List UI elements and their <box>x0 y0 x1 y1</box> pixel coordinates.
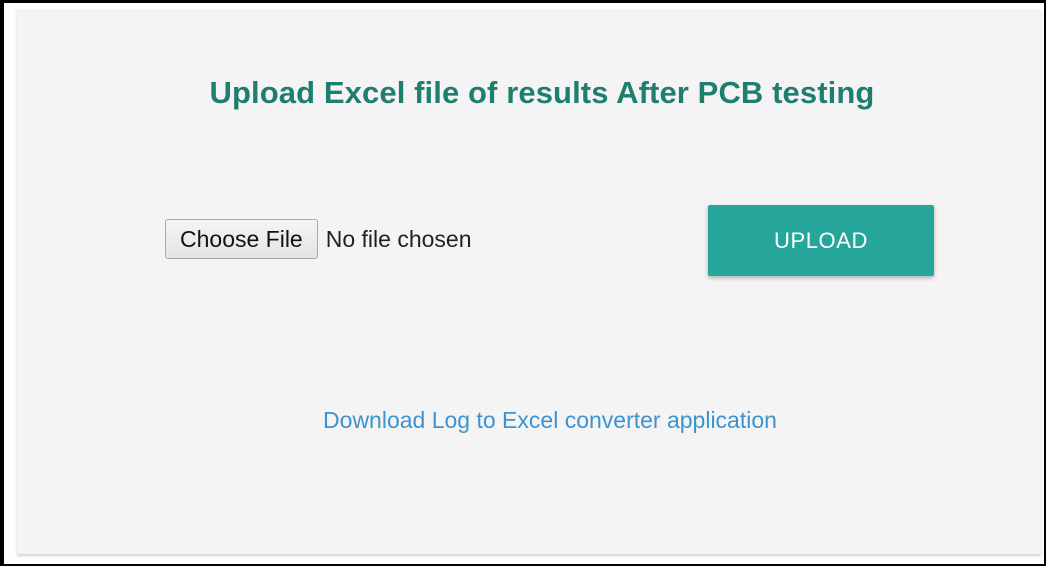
screenshot-frame: Upload Excel file of results After PCB t… <box>0 0 1046 566</box>
file-status-text: No file chosen <box>325 225 472 252</box>
file-input[interactable]: Choose File No file chosen <box>165 218 471 260</box>
upload-button[interactable]: UPLOAD <box>708 205 934 276</box>
upload-card: Upload Excel file of results After PCB t… <box>17 9 1041 554</box>
choose-file-button[interactable]: Choose File <box>165 219 318 259</box>
download-converter-link[interactable]: Download Log to Excel converter applicat… <box>17 407 1046 434</box>
page-title: Upload Excel file of results After PCB t… <box>209 75 875 110</box>
